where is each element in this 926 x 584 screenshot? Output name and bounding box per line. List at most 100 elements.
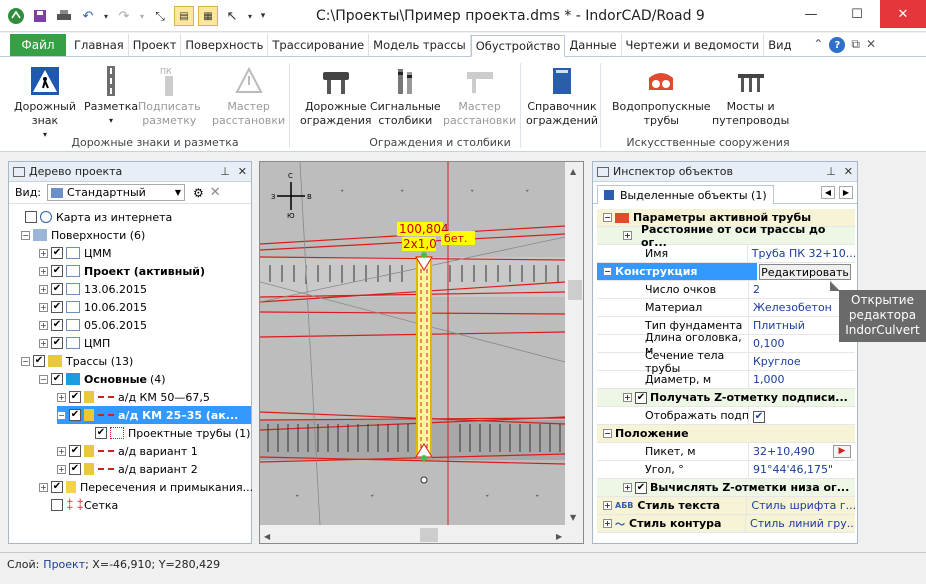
pointer-dropdown-icon[interactable]: ▾ xyxy=(246,6,254,26)
select-mode-icon[interactable]: ▤ xyxy=(174,6,194,26)
tree-item-grid[interactable]: + + + + Сетка xyxy=(39,496,118,514)
expand-icon[interactable]: + xyxy=(39,482,48,492)
tree-item-internet-map[interactable]: Карта из интернета xyxy=(25,208,172,226)
master-placement-2-button[interactable]: Мастер расстановки xyxy=(443,65,516,128)
checkbox[interactable]: ✔ xyxy=(69,391,81,403)
barriers-handbook-button[interactable]: Справочник ограждений xyxy=(526,65,598,128)
tree-item-route-km50[interactable]: + ✔ а/д КМ 50—67,5 xyxy=(57,388,210,406)
tree-item-variant-1[interactable]: + ✔ а/д вариант 1 xyxy=(57,442,198,460)
bridges-button[interactable]: Мосты и путепроводы xyxy=(712,65,789,128)
tab-next-icon[interactable]: ▶ xyxy=(838,186,853,199)
expand-icon[interactable]: + xyxy=(57,392,66,402)
delete-view-icon[interactable]: ✕ xyxy=(210,185,221,200)
checkbox[interactable]: ✔ xyxy=(51,265,63,277)
tree-item-main-routes[interactable]: − ✔ Основные (4) xyxy=(39,370,166,388)
prop-angle[interactable]: Угол, ° 91°44'46,175" xyxy=(597,461,855,479)
save-icon[interactable] xyxy=(30,6,50,26)
view-settings-icon[interactable]: ⚙ xyxy=(193,186,204,200)
collapse-icon[interactable]: − xyxy=(603,267,612,276)
collapse-icon[interactable]: − xyxy=(21,230,30,240)
edit-mode-icon[interactable]: ▦ xyxy=(198,6,218,26)
tree-item-date-2[interactable]: + ✔ 10.06.2015 xyxy=(39,298,147,316)
minimize-icon[interactable]: — xyxy=(788,0,834,28)
checkbox[interactable] xyxy=(51,499,63,511)
checkbox[interactable]: ✔ xyxy=(33,355,45,367)
redo-dropdown-icon[interactable]: ▾ xyxy=(138,6,146,26)
tree-item-project-active[interactable]: + ✔ Проект (активный) xyxy=(39,262,205,280)
road-barriers-button[interactable]: Дорожные ограждения xyxy=(300,65,371,128)
culverts-button[interactable]: Водопропускные трубы xyxy=(612,65,711,128)
tab-file[interactable]: Файл xyxy=(10,34,66,56)
expand-icon[interactable]: + xyxy=(57,446,66,456)
checkbox[interactable]: ✔ xyxy=(69,445,81,457)
tree-item-intersections[interactable]: + ✔ Пересечения и примыкания... xyxy=(39,478,253,496)
checkbox[interactable]: ✔ xyxy=(753,410,765,423)
collapse-icon[interactable]: − xyxy=(21,356,30,366)
prop-z-mark-sign[interactable]: + ✔ Получать Z-отметку подписи... xyxy=(597,389,855,407)
tab-home[interactable]: Главная xyxy=(70,34,129,56)
prop-picket[interactable]: Пикет, м 32+10,490 ▶ xyxy=(597,443,855,461)
sign-marking-button[interactable]: ПК Подписать разметку xyxy=(138,65,201,128)
expand-icon[interactable]: + xyxy=(603,519,612,528)
tab-drawings[interactable]: Чертежи и ведомости xyxy=(622,34,765,56)
undo-icon[interactable]: ↶ xyxy=(78,6,98,26)
checkbox[interactable]: ✔ xyxy=(69,463,81,475)
app-logo-icon[interactable] xyxy=(6,6,26,26)
restore-doc-icon[interactable]: ⧉ xyxy=(851,37,860,53)
tab-surface[interactable]: Поверхность xyxy=(181,34,269,56)
category-construction[interactable]: − Конструкция xyxy=(597,263,757,281)
close-doc-icon[interactable]: ✕ xyxy=(866,37,876,53)
tree-item-routes[interactable]: − ✔ Трассы (13) xyxy=(21,352,133,370)
marking-button[interactable]: Разметка ▾ xyxy=(84,65,138,128)
customize-toolbar-icon[interactable]: ▾ xyxy=(258,6,268,26)
prop-name[interactable]: Имя Труба ПК 32+10... xyxy=(597,245,855,263)
category-position[interactable]: − Положение xyxy=(597,425,855,443)
snap-icon[interactable]: ⤡ xyxy=(150,6,170,26)
tree-item-dtm[interactable]: + ✔ ЦМП xyxy=(39,334,110,352)
tab-view[interactable]: Вид xyxy=(764,34,795,56)
pin-icon[interactable]: ⊥ xyxy=(826,165,836,178)
close-panel-icon[interactable]: ✕ xyxy=(238,165,247,178)
collapse-icon[interactable]: − xyxy=(57,410,66,420)
expand-icon[interactable]: + xyxy=(603,501,612,510)
tab-prev-icon[interactable]: ◀ xyxy=(820,186,835,199)
tab-tracing[interactable]: Трассирование xyxy=(268,34,370,56)
tree-item-variant-2[interactable]: + ✔ а/д вариант 2 xyxy=(57,460,198,478)
tree-item-surfaces[interactable]: − Поверхности (6) xyxy=(21,226,145,244)
tree-item-date-3[interactable]: + ✔ 05.06.2015 xyxy=(39,316,147,334)
expand-icon[interactable]: + xyxy=(39,302,48,312)
road-sign-button[interactable]: Дорожный знак ▾ xyxy=(14,65,76,142)
close-panel-icon[interactable]: ✕ xyxy=(844,165,853,178)
expand-icon[interactable]: + xyxy=(57,464,66,474)
tree-item-design-pipes[interactable]: ✔ Проектные трубы (1) xyxy=(95,424,250,442)
tab-selected-objects[interactable]: Выделенные объекты (1) xyxy=(597,185,774,204)
undo-dropdown-icon[interactable]: ▾ xyxy=(102,6,110,26)
redo-icon[interactable]: ↷ xyxy=(114,6,134,26)
prop-diameter[interactable]: Диаметр, м 1,000 xyxy=(597,371,855,389)
checkbox[interactable]: ✔ xyxy=(51,319,63,331)
expand-icon[interactable]: + xyxy=(39,248,48,258)
checkbox[interactable]: ✔ xyxy=(51,481,63,493)
tab-arrangement[interactable]: Обустройство xyxy=(470,35,566,57)
expand-icon[interactable]: + xyxy=(39,338,48,348)
prop-text-style[interactable]: + АБВ Стиль текста Стиль шрифта г... xyxy=(597,497,855,515)
checkbox[interactable]: ✔ xyxy=(95,427,107,439)
checkbox[interactable]: ✔ xyxy=(51,301,63,313)
prop-z-calc[interactable]: + ✔ Вычислять Z-отметки низа ог... xyxy=(597,479,855,497)
checkbox[interactable]: ✔ xyxy=(69,409,81,421)
pointer-icon[interactable]: ↖ xyxy=(222,6,242,26)
close-icon[interactable]: ✕ xyxy=(880,0,926,28)
sub-distance-from-axis[interactable]: + Расстояние от оси трассы до ог... xyxy=(597,223,855,249)
pick-position-icon[interactable]: ▶ xyxy=(833,445,851,458)
tab-route-model[interactable]: Модель трассы xyxy=(369,34,471,56)
checkbox[interactable]: ✔ xyxy=(51,247,63,259)
checkbox[interactable]: ✔ xyxy=(635,481,647,494)
collapse-icon[interactable]: − xyxy=(603,429,612,438)
prop-show-sign[interactable]: Отображать подпись ✔ xyxy=(597,407,855,425)
vertical-scroll-thumb[interactable] xyxy=(568,280,582,300)
edit-construction-button[interactable]: Редактировать xyxy=(759,264,851,280)
expand-icon[interactable]: + xyxy=(623,483,632,492)
master-placement-button[interactable]: Мастер расстановки xyxy=(212,65,285,128)
tree-item-date-1[interactable]: + ✔ 13.06.2015 xyxy=(39,280,147,298)
checkbox[interactable]: ✔ xyxy=(635,391,647,404)
